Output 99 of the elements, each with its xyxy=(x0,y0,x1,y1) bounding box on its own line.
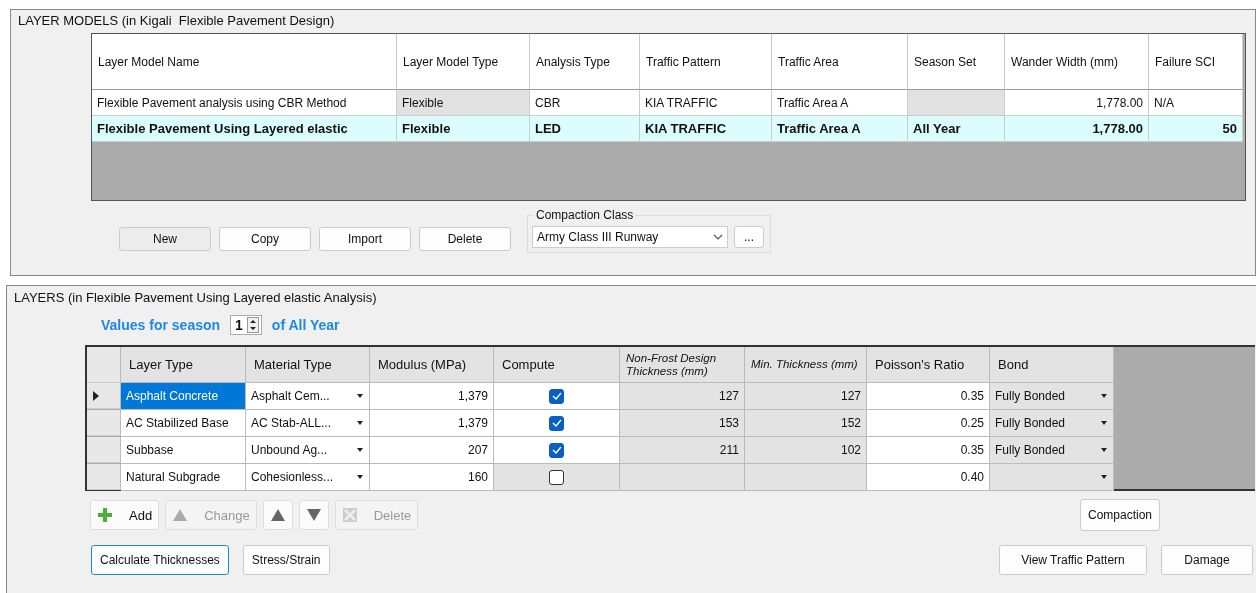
table-cell: 102 xyxy=(745,437,867,464)
column-header[interactable]: Modulus (MPa) xyxy=(370,347,494,383)
model-button[interactable]: Delete xyxy=(419,227,511,251)
column-header[interactable]: Season Set xyxy=(908,34,1005,90)
table-cell[interactable]: Flexible Pavement analysis using CBR Method xyxy=(92,90,397,116)
compaction-button[interactable]: Compaction xyxy=(1079,499,1160,531)
bond-dropdown[interactable]: Fully Bonded xyxy=(990,383,1114,410)
table-cell[interactable]: 207 xyxy=(370,437,494,464)
material-dropdown[interactable]: Unbound Ag... xyxy=(246,437,370,464)
column-header[interactable]: Analysis Type xyxy=(530,34,640,90)
dropdown-arrow-icon xyxy=(356,475,364,479)
dropdown-arrow-icon xyxy=(1100,421,1108,425)
model-button[interactable]: New xyxy=(119,227,211,251)
column-header[interactable]: Wander Width (mm) xyxy=(1005,34,1149,90)
model-button[interactable]: Copy xyxy=(219,227,311,251)
plus-icon xyxy=(97,507,113,523)
table-cell[interactable]: Flexible xyxy=(397,116,530,142)
column-header[interactable]: Compute xyxy=(494,347,620,383)
table-cell: 127 xyxy=(745,383,867,410)
table-cell[interactable]: Subbase xyxy=(121,437,246,464)
compaction-class-dropdown[interactable]: Army Class III Runway xyxy=(532,226,728,248)
season-set-label: of All Year xyxy=(271,317,340,333)
table-cell[interactable]: Flexible Pavement Using Layered elastic xyxy=(92,116,397,142)
down-button[interactable] xyxy=(298,500,329,530)
action-button[interactable]: Damage xyxy=(1161,545,1253,575)
model-button[interactable]: Import xyxy=(319,227,411,251)
table-cell[interactable]: 1,379 xyxy=(370,383,494,410)
row-header[interactable] xyxy=(87,383,121,409)
column-header[interactable]: Layer Type xyxy=(121,347,246,383)
table-cell[interactable]: 0.40 xyxy=(867,464,990,491)
triangle-icon xyxy=(172,507,189,523)
table-cell[interactable]: 0.25 xyxy=(867,410,990,437)
column-header[interactable]: Min. Thickness (mm) xyxy=(745,347,867,383)
table-cell[interactable]: KIA TRAFFIC xyxy=(640,90,772,116)
more-button[interactable]: ... xyxy=(734,226,764,248)
table-cell: 152 xyxy=(745,410,867,437)
up-button[interactable] xyxy=(262,500,293,530)
material-dropdown[interactable]: Asphalt Cem... xyxy=(246,383,370,410)
action-button[interactable]: Calculate Thicknesses xyxy=(91,545,229,575)
table-cell[interactable]: 1,778.00 xyxy=(1005,90,1149,116)
table-cell[interactable]: Flexible xyxy=(397,90,530,116)
table-cell[interactable]: 1,379 xyxy=(370,410,494,437)
table-cell[interactable]: 1,778.00 xyxy=(1005,116,1149,142)
table-cell[interactable]: AC Stabilized Base xyxy=(121,410,246,437)
material-dropdown[interactable]: AC Stab-ALL... xyxy=(246,410,370,437)
bond-dropdown[interactable]: Fully Bonded xyxy=(990,410,1114,437)
compute-cell[interactable] xyxy=(494,383,620,410)
column-header[interactable]: Material Type xyxy=(246,347,370,383)
add-button[interactable]: Add xyxy=(90,500,160,530)
dropdown-arrow-icon xyxy=(1100,394,1108,398)
compute-cell[interactable] xyxy=(494,437,620,464)
up-arrow-icon xyxy=(269,507,286,523)
compute-checkbox[interactable] xyxy=(549,442,564,458)
table-cell: 127 xyxy=(620,383,745,410)
chevron-down-icon xyxy=(713,234,723,240)
table-cell[interactable]: CBR xyxy=(530,90,640,116)
column-header[interactable]: Poisson's Ratio xyxy=(867,347,990,383)
down-arrow-icon xyxy=(305,507,322,523)
spin-arrows-icon xyxy=(246,317,259,333)
material-dropdown[interactable]: Cohesionless... xyxy=(246,464,370,491)
table-cell[interactable]: Asphalt Concrete xyxy=(121,383,246,410)
column-header[interactable]: Traffic Area xyxy=(772,34,908,90)
column-header[interactable]: Layer Model Type xyxy=(397,34,530,90)
delete-icon xyxy=(341,507,358,523)
panel-title: LAYERS (in Flexible Pavement Using Layered elastic Analysis) xyxy=(13,290,378,305)
column-header[interactable]: Non-Frost Design Thickness (mm) xyxy=(620,347,745,383)
table-cell[interactable]: N/A xyxy=(1149,90,1243,116)
panel-title: LAYER MODELS (in Kigali Flexible Pavement Design) xyxy=(17,13,336,28)
dropdown-arrow-icon xyxy=(356,394,364,398)
dropdown-arrow-icon xyxy=(356,448,364,452)
compute-checkbox[interactable] xyxy=(549,415,564,431)
bond-dropdown[interactable]: Fully Bonded xyxy=(990,437,1114,464)
dropdown-arrow-icon xyxy=(1100,448,1108,452)
column-header[interactable]: Failure SCI xyxy=(1149,34,1243,90)
compaction-class-label: Compaction Class xyxy=(534,208,636,222)
table-cell[interactable]: 0.35 xyxy=(867,383,990,410)
compute-cell[interactable] xyxy=(494,410,620,437)
table-cell: 211 xyxy=(620,437,745,464)
column-header[interactable]: Traffic Pattern xyxy=(640,34,772,90)
dropdown-arrow-icon xyxy=(356,421,364,425)
action-button[interactable]: Stress/Strain xyxy=(242,545,330,575)
table-cell[interactable]: Traffic Area A xyxy=(772,116,908,142)
table-cell[interactable]: All Year xyxy=(908,116,1005,142)
action-button[interactable]: View Traffic Pattern xyxy=(999,545,1147,575)
table-cell[interactable]: LED xyxy=(530,116,640,142)
column-header[interactable]: Bond xyxy=(990,347,1114,383)
season-label: Values for season xyxy=(101,317,221,333)
dropdown-arrow-icon xyxy=(1100,475,1108,479)
table-cell: 153 xyxy=(620,410,745,437)
table-cell[interactable] xyxy=(908,90,1005,116)
table-cell[interactable]: 50 xyxy=(1149,116,1243,142)
table-cell[interactable]: 160 xyxy=(370,464,494,491)
table-cell[interactable]: 0.35 xyxy=(867,437,990,464)
compute-checkbox[interactable] xyxy=(549,388,564,404)
table-cell[interactable]: KIA TRAFFIC xyxy=(640,116,772,142)
table-cell[interactable]: Traffic Area A xyxy=(772,90,908,116)
season-spinner[interactable]: 1 xyxy=(230,315,262,335)
column-header[interactable]: Layer Model Name xyxy=(92,34,397,90)
table-cell[interactable]: Natural Subgrade xyxy=(121,464,246,491)
